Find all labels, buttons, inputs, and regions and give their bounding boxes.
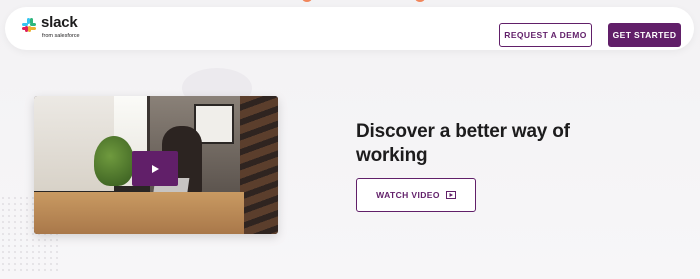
slack-logo-icon	[22, 18, 36, 32]
play-icon	[152, 164, 159, 173]
logo-subtext: from salesforce	[42, 33, 80, 39]
watch-video-label: WATCH VIDEO	[376, 190, 440, 200]
video-play-icon	[445, 191, 456, 199]
get-started-button[interactable]: GET STARTED	[608, 23, 681, 47]
watch-video-button[interactable]: WATCH VIDEO	[356, 178, 476, 212]
video-thumbnail[interactable]	[34, 96, 278, 234]
hero-headline: Discover a better way of working	[356, 121, 570, 166]
slack-logo[interactable]: slack from salesforce	[20, 14, 100, 46]
video-play-button[interactable]	[132, 151, 178, 186]
request-demo-button[interactable]: REQUEST A DEMO	[499, 23, 592, 47]
top-navigation: slack from salesforce REQUEST A DEMO GET…	[5, 7, 694, 50]
logo-wordmark: slack	[41, 14, 78, 31]
